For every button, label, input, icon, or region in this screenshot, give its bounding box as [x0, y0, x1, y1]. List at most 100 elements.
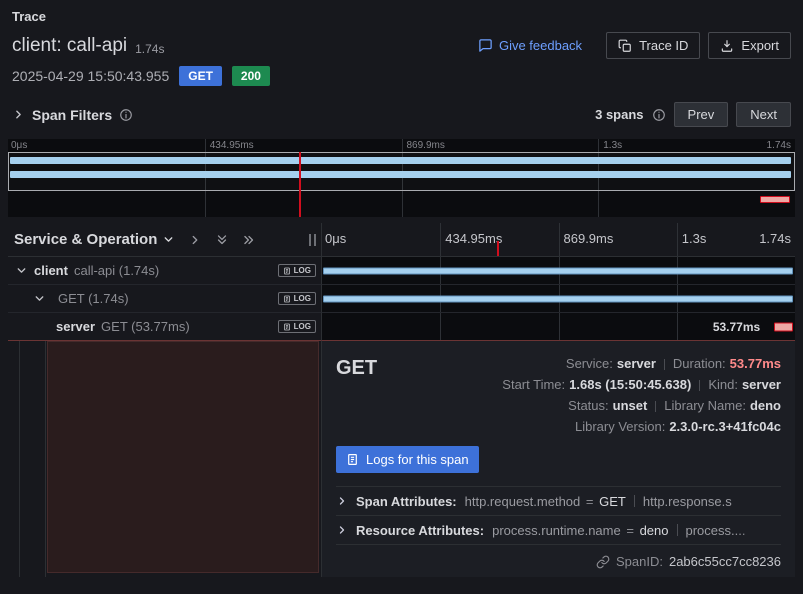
span-duration-label: 53.77ms [713, 320, 760, 334]
log-icon [283, 323, 291, 331]
gridline [677, 223, 678, 256]
minimap-tick: 1.3s [603, 140, 622, 151]
export-button[interactable]: Export [708, 32, 791, 59]
chevron-down-icon[interactable] [33, 292, 46, 305]
span-row-timeline[interactable] [322, 257, 795, 285]
span-filters-toggle[interactable]: Span Filters [12, 107, 112, 123]
span-detail-title: GET [336, 353, 377, 437]
span-row-label-get[interactable]: GET (1.74s) LOG [8, 285, 322, 313]
log-badge-label: LOG [294, 266, 311, 275]
logs-button-label: Logs for this span [366, 452, 469, 467]
log-badge-label: LOG [294, 322, 311, 331]
trace-duration: 1.74s [135, 42, 164, 56]
span-id-label: SpanID: [616, 554, 663, 569]
info-icon[interactable] [119, 108, 133, 122]
meta-line: Start Time:1.68s (15:50:45.638)Kind:serv… [502, 374, 781, 395]
log-icon [283, 295, 291, 303]
value-separator [634, 495, 635, 507]
collapse-one-icon[interactable] [188, 233, 202, 247]
span-row-label-server[interactable]: server GET (53.77ms) LOG [8, 313, 322, 341]
timeline-cursor [497, 241, 499, 256]
log-badge-label: LOG [294, 294, 311, 303]
chevron-down-icon[interactable] [15, 264, 28, 277]
span-logs-badge[interactable]: LOG [278, 292, 316, 305]
trace-subheader: 2025-04-29 15:50:43.955 GET 200 [0, 59, 803, 88]
timeline-tick: 1.3s [682, 231, 707, 246]
status-code-badge: 200 [232, 66, 270, 86]
fade-overlay [735, 523, 781, 538]
trace-header: client: call-api 1.74s Give feedback Tra… [0, 24, 803, 59]
minimap-span-bar-error [760, 196, 790, 203]
link-icon[interactable] [596, 555, 610, 569]
method-badge: GET [179, 66, 222, 86]
filters-row: Span Filters 3 spans Prev Next [0, 88, 803, 139]
span-bar [323, 267, 792, 274]
span-row-timeline[interactable] [322, 285, 795, 313]
prev-button[interactable]: Prev [674, 102, 729, 127]
service-operation-label: Service & Operation [14, 231, 157, 248]
trace-panel: Trace client: call-api 1.74s Give feedba… [0, 0, 803, 594]
span-operation: call-api (1.74s) [74, 263, 159, 278]
span-service: server [56, 319, 95, 334]
next-button[interactable]: Next [736, 102, 791, 127]
panel-title: Trace [0, 0, 803, 24]
span-nav-group: 3 spans Prev Next [595, 102, 791, 127]
trace-minimap[interactable]: 0μs 434.95ms 869.9ms 1.3s 1.74s [8, 139, 795, 217]
timeline-tick: 0μs [325, 231, 346, 246]
resource-attributes-label: Resource Attributes: [356, 523, 484, 538]
logs-for-span-button[interactable]: Logs for this span [336, 446, 479, 473]
gridline [677, 313, 678, 340]
copy-icon [618, 39, 632, 53]
minimap-tick: 434.95ms [210, 140, 254, 151]
meta-line: Service:serverDuration:53.77ms [502, 353, 781, 374]
chevron-right-icon [336, 495, 348, 507]
span-row-selected: server GET (53.77ms) LOG 53.77ms [8, 313, 795, 341]
minimap-tick: 0μs [11, 140, 27, 151]
trace-view: Service & Operation [8, 223, 795, 577]
column-resize-handle[interactable] [309, 234, 316, 246]
trace-id-button[interactable]: Trace ID [606, 32, 700, 59]
span-count: 3 spans [595, 107, 643, 122]
span-id-value: 2ab6c55cc7cc8236 [669, 554, 781, 569]
span-detail-area: GET Service:serverDuration:53.77ms Start… [8, 341, 795, 577]
span-id-row: SpanID: 2ab6c55cc7cc8236 [336, 546, 781, 569]
meta-line: Status:unsetLibrary Name:deno [502, 395, 781, 416]
chevron-right-icon [336, 524, 348, 536]
minimap-tick: 1.74s [767, 140, 791, 151]
span-bar [323, 295, 792, 302]
span-detail-meta: Service:serverDuration:53.77ms Start Tim… [502, 353, 781, 437]
collapse-all-icon[interactable] [242, 233, 256, 247]
span-row-label-client[interactable]: client call-api (1.74s) LOG [8, 257, 322, 285]
chevron-right-icon [12, 108, 25, 121]
indent-guide [45, 341, 46, 577]
span-attributes-preview: http.request.method = GET http.response.… [465, 494, 781, 509]
fade-overlay [735, 494, 781, 509]
span-logs-badge[interactable]: LOG [278, 264, 316, 277]
log-icon [346, 453, 359, 466]
trace-id-label: Trace ID [639, 38, 688, 53]
service-operation-dropdown[interactable]: Service & Operation [14, 231, 175, 248]
resource-attributes-row[interactable]: Resource Attributes: process.runtime.nam… [336, 516, 781, 545]
meta-line: Library Version:2.3.0-rc.3+41fc04c [502, 416, 781, 437]
gridline [440, 223, 441, 256]
span-detail-gutter [8, 341, 322, 577]
info-icon[interactable] [652, 108, 666, 122]
service-operation-header: Service & Operation [8, 223, 322, 256]
span-logs-badge[interactable]: LOG [278, 320, 316, 333]
trace-title: client: call-api [12, 35, 127, 57]
span-service: client [34, 263, 68, 278]
span-row-timeline[interactable]: 53.77ms [322, 313, 795, 341]
span-detail-header: GET Service:serverDuration:53.77ms Start… [336, 353, 781, 437]
give-feedback-link[interactable]: Give feedback [478, 38, 582, 53]
span-operation: GET (1.74s) [58, 291, 129, 306]
gridline [440, 313, 441, 340]
span-attributes-row[interactable]: Span Attributes: http.request.method = G… [336, 487, 781, 516]
span-row: GET (1.74s) LOG [8, 285, 795, 313]
timeline-header: Service & Operation [8, 223, 795, 257]
expand-all-icon[interactable] [215, 233, 229, 247]
timeline-tick: 1.74s [759, 231, 791, 246]
span-bar-error [774, 322, 793, 331]
trace-timestamp: 2025-04-29 15:50:43.955 [12, 68, 169, 84]
span-filters-label: Span Filters [32, 107, 112, 123]
selected-span-highlight [47, 341, 319, 573]
